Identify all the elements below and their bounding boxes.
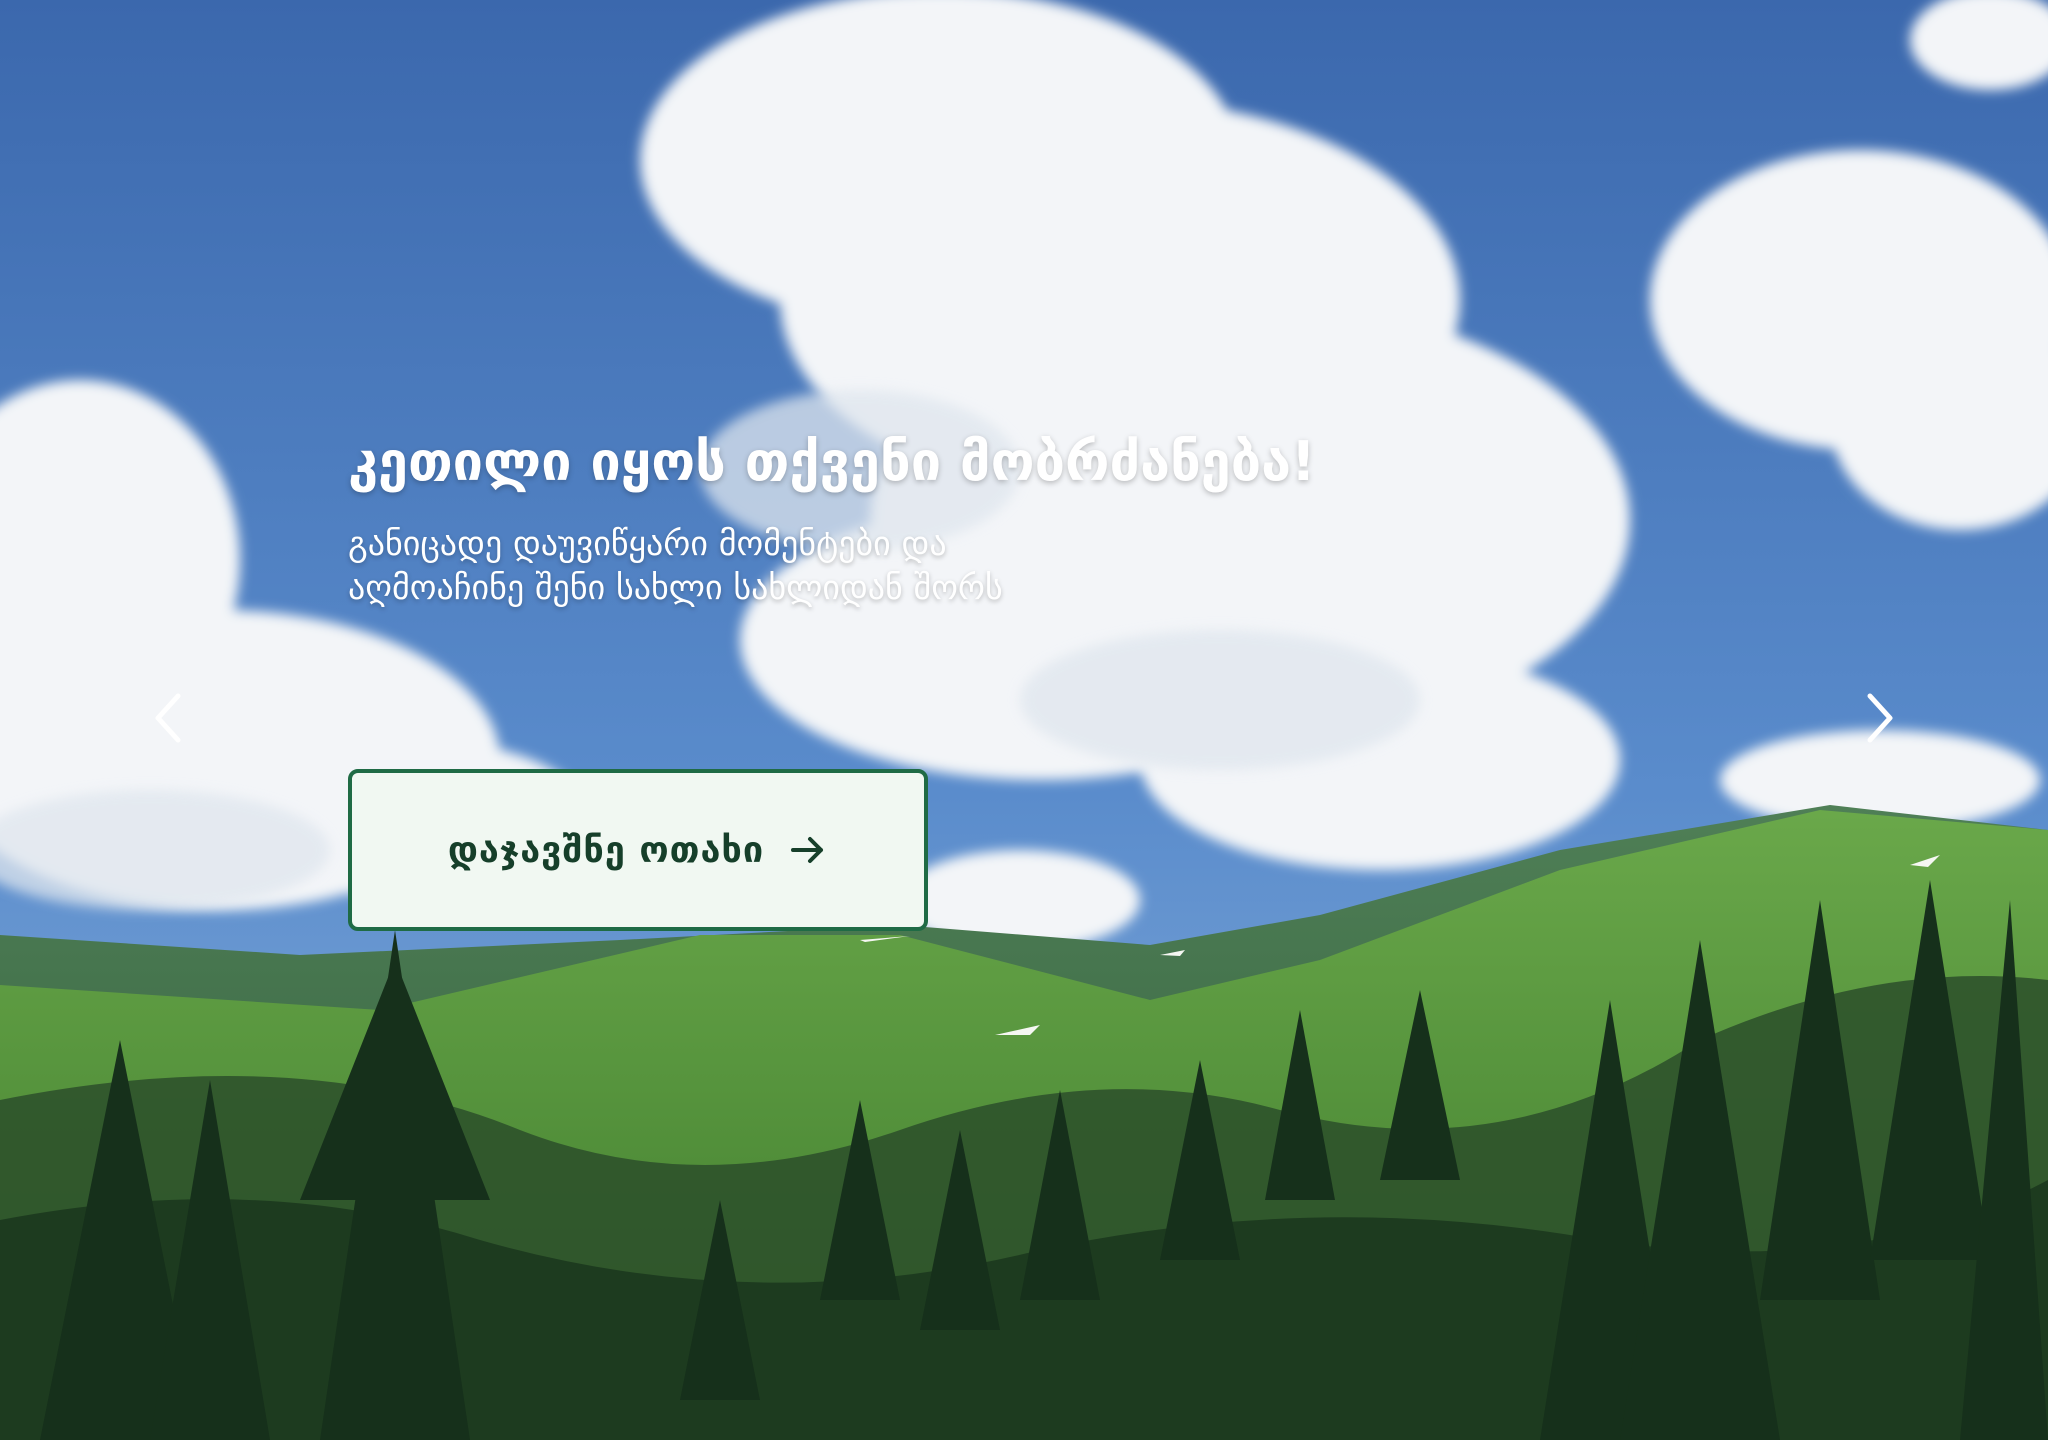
book-room-button[interactable]: დაჯავშნე ოთახი xyxy=(348,769,928,931)
chevron-right-icon xyxy=(1860,690,1900,750)
arrow-right-icon xyxy=(788,830,828,870)
previous-slide-button[interactable] xyxy=(138,690,198,750)
hero-title: კეთილი იყოს თქვენი მობრძანება! xyxy=(348,430,1316,493)
hero-subtitle: განიცადე დაუვიწყარი მომენტები და აღმოაჩი… xyxy=(348,522,1648,610)
next-slide-button[interactable] xyxy=(1850,690,1910,750)
book-room-button-label: დაჯავშნე ოთახი xyxy=(447,829,765,871)
background-image xyxy=(0,0,2048,1440)
hero-subtitle-line-1: განიცადე დაუვიწყარი მომენტები და xyxy=(348,524,947,564)
chevron-left-icon xyxy=(148,690,188,750)
hero-content: კეთილი იყოს თქვენი მობრძანება! განიცადე … xyxy=(348,430,1648,610)
hero-subtitle-line-2: აღმოაჩინე შენი სახლი სახლიდან შორს xyxy=(348,568,1003,608)
hero-section: კეთილი იყოს თქვენი მობრძანება! განიცადე … xyxy=(0,0,2048,1440)
